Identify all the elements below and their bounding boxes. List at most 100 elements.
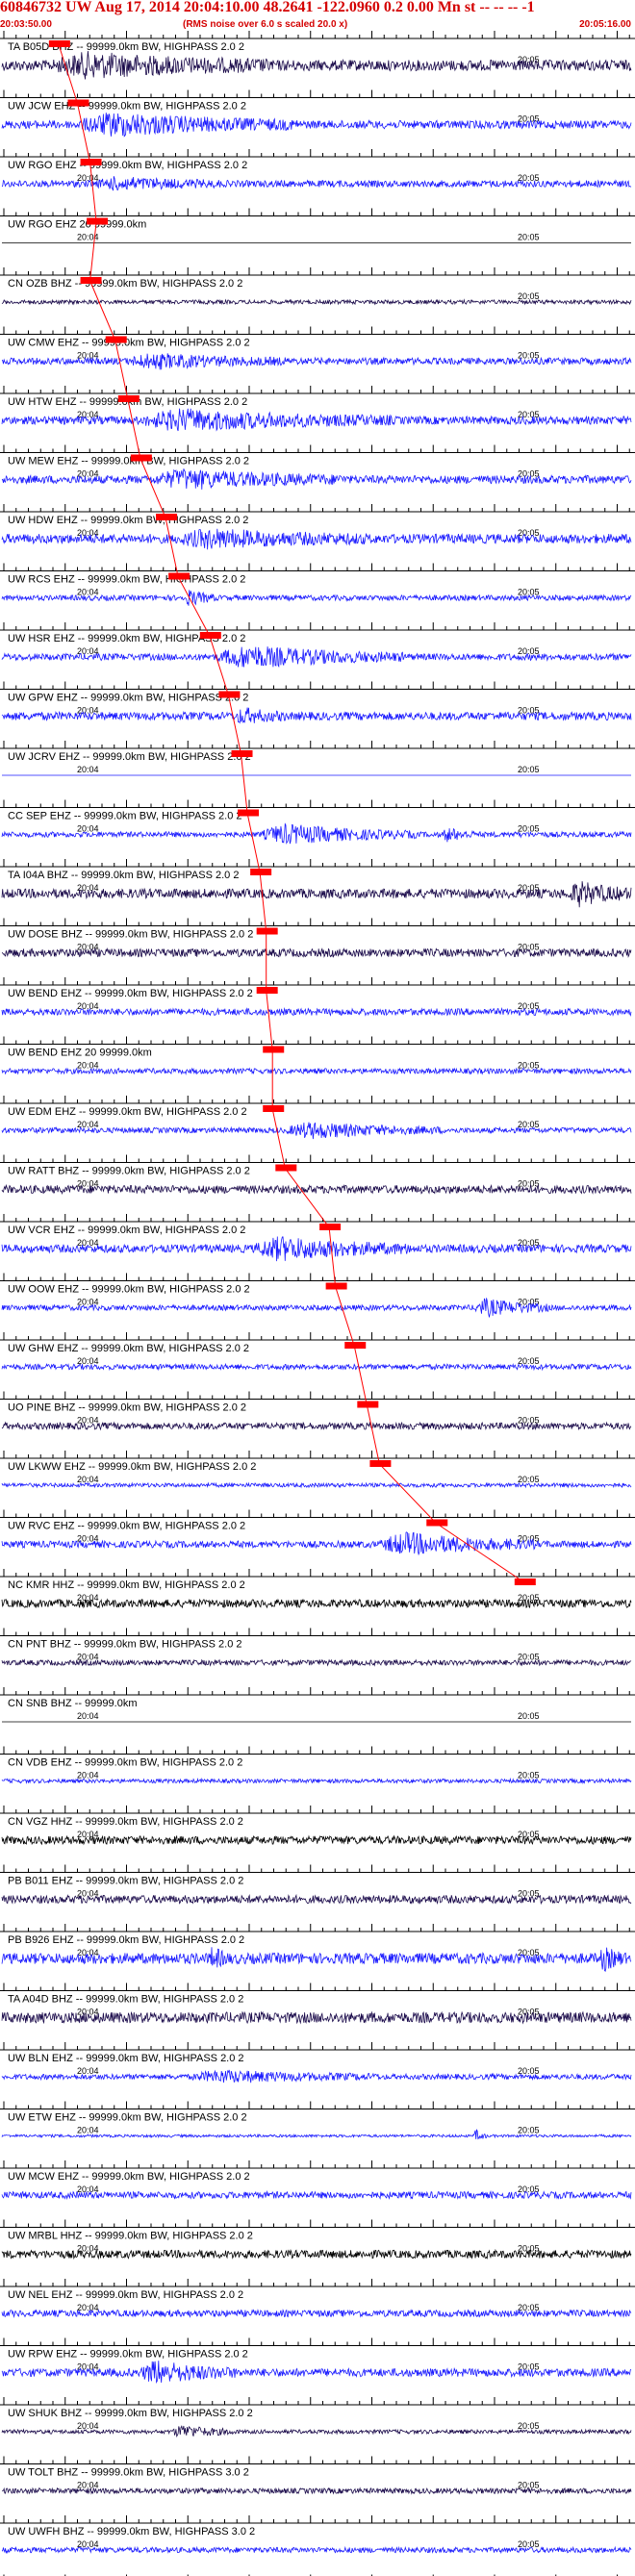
trace-label: UW RGO EHZ 20 99999.0km bbox=[8, 219, 146, 231]
pick-marker bbox=[156, 514, 178, 520]
pick-marker bbox=[263, 1105, 285, 1112]
trace-label: UW SHUK BHZ -- 99999.0km BW, HIGHPASS 2.… bbox=[8, 2408, 253, 2419]
trace-label: TA B05D BHZ -- 99999.0km BW, HIGHPASS 2.… bbox=[8, 41, 244, 53]
trace-time-left: 20:04 bbox=[77, 765, 99, 774]
pick-marker bbox=[105, 336, 127, 343]
trace-time-left: 20:04 bbox=[77, 883, 99, 893]
trace-label: UW RATT BHZ -- 99999.0km BW, HIGHPASS 2.… bbox=[8, 1166, 250, 1177]
trace-label: UW OOW EHZ -- 99999.0km BW, HIGHPASS 2.0… bbox=[8, 1284, 250, 1296]
trace-label: UW BLN EHZ -- 99999.0km BW, HIGHPASS 2.0… bbox=[8, 2053, 244, 2064]
trace-time-right: 20:05 bbox=[518, 588, 540, 597]
trace-label: UW RCS EHZ -- 99999.0km BW, HIGHPASS 2.0… bbox=[8, 574, 245, 586]
trace-label: UW MCW EHZ -- 99999.0km BW, HIGHPASS 2.0… bbox=[8, 2171, 250, 2183]
trace-time-right: 20:05 bbox=[518, 410, 540, 419]
trace-label: UW LKWW EHZ -- 99999.0km BW, HIGHPASS 2.… bbox=[8, 1461, 256, 1473]
trace-label: UW VCR EHZ -- 99999.0km BW, HIGHPASS 2.0… bbox=[8, 1225, 245, 1236]
trace-time-left: 20:04 bbox=[77, 824, 99, 834]
trace-time-left: 20:04 bbox=[77, 2303, 99, 2312]
trace-label: UW MEW EHZ -- 99999.0km BW, HIGHPASS 2.0… bbox=[8, 456, 249, 467]
trace-label: UW DOSE BHZ -- 99999.0km BW, HIGHPASS 2.… bbox=[8, 929, 253, 941]
trace-time-right: 20:05 bbox=[518, 291, 540, 301]
trace-label: TA I04A BHZ -- 99999.0km BW, HIGHPASS 2.… bbox=[8, 870, 239, 881]
waveform bbox=[1, 1777, 632, 1785]
trace-time-left: 20:04 bbox=[77, 1771, 99, 1780]
trace-time-right: 20:05 bbox=[518, 824, 540, 834]
trace-time-right: 20:05 bbox=[518, 1653, 540, 1662]
trace-time-right: 20:05 bbox=[518, 765, 540, 774]
trace-label: CN VGZ HHZ -- 99999.0km BW, HIGHPASS 2.0… bbox=[8, 1816, 243, 1828]
trace-label: UO PINE BHZ -- 99999.0km BW, HIGHPASS 2.… bbox=[8, 1402, 246, 1414]
pick-marker bbox=[87, 217, 109, 225]
pick-marker bbox=[369, 1460, 392, 1467]
pick-marker bbox=[344, 1342, 367, 1349]
trace-label: CN PNT BHZ -- 99999.0km BW, HIGHPASS 2.0… bbox=[8, 1639, 242, 1651]
pick-marker bbox=[319, 1224, 342, 1230]
trace-time-right: 20:05 bbox=[518, 2421, 540, 2431]
trace-label: UW ETW EHZ -- 99999.0km BW, HIGHPASS 2.0… bbox=[8, 2112, 247, 2124]
trace-panel: TA B05D BHZ -- 99999.0km BW, HIGHPASS 2.… bbox=[0, 31, 635, 2576]
trace-time-left: 20:04 bbox=[77, 2421, 99, 2431]
trace-time-right: 20:05 bbox=[518, 2008, 540, 2017]
pick-marker bbox=[218, 691, 241, 698]
trace-label: UW BEND EHZ -- 99999.0km BW, HIGHPASS 2.… bbox=[8, 988, 253, 999]
trace-time-right: 20:05 bbox=[518, 2126, 540, 2135]
pick-marker bbox=[514, 1578, 536, 1585]
trace-label: UW RPW EHZ -- 99999.0km BW, HIGHPASS 2.0… bbox=[8, 2349, 248, 2361]
seismogram-sheet: 60846732 UW Aug 17, 2014 20:04:10.00 48.… bbox=[0, 0, 635, 2576]
pick-marker bbox=[67, 99, 89, 107]
trace-label: UW MRBL HHZ -- 99999.0km BW, HIGHPASS 2.… bbox=[8, 2231, 253, 2242]
pick-marker bbox=[426, 1519, 448, 1527]
trace-label: UW GPW EHZ -- 99999.0km BW, HIGHPASS 2.0… bbox=[8, 693, 248, 704]
trace-time-right: 20:05 bbox=[518, 1711, 540, 1721]
pick-marker bbox=[263, 1046, 285, 1053]
trace-time-right: 20:05 bbox=[518, 646, 540, 656]
trace-label: UW GHW EHZ -- 99999.0km BW, HIGHPASS 2.0… bbox=[8, 1343, 249, 1354]
trace-label: UW TOLT BHZ -- 99999.0km BW, HIGHPASS 3.… bbox=[8, 2467, 249, 2479]
trace-label: UW RVC EHZ -- 99999.0km BW, HIGHPASS 2.0… bbox=[8, 1521, 245, 1532]
trace-label: UW JCRV EHZ -- 99999.0km BW, HIGHPASS 2.… bbox=[8, 751, 251, 763]
trace-label: UW HDW EHZ -- 99999.0km BW, HIGHPASS 2.0… bbox=[8, 515, 248, 526]
trace-time-right: 20:05 bbox=[518, 528, 540, 538]
trace-time-right: 20:05 bbox=[518, 1120, 540, 1129]
trace-time-right: 20:05 bbox=[518, 1771, 540, 1780]
trace-label: CN SNB BHZ -- 99999.0km bbox=[8, 1698, 137, 1709]
trace-label: UW RGO EHZ -- 99999.0km BW, HIGHPASS 2.0… bbox=[8, 160, 247, 171]
trace-time-left: 20:04 bbox=[77, 1830, 99, 1839]
pick-marker bbox=[238, 809, 260, 817]
trace-label: UW CMW EHZ -- 99999.0km BW, HIGHPASS 2.0… bbox=[8, 338, 250, 349]
pick-marker bbox=[256, 987, 278, 994]
trace-time-right: 20:05 bbox=[518, 2539, 540, 2549]
trace-time-left: 20:04 bbox=[77, 2066, 99, 2076]
trace-label: CC SEP EHZ -- 99999.0km BW, HIGHPASS 2.0… bbox=[8, 811, 242, 822]
trace-label: UW BEND EHZ 20 99999.0km bbox=[8, 1048, 152, 1059]
pick-marker bbox=[117, 395, 140, 402]
trace-label: UW EDM EHZ -- 99999.0km BW, HIGHPASS 2.0… bbox=[8, 1106, 247, 1118]
pick-marker bbox=[80, 159, 102, 165]
trace-label: PB B011 EHZ -- 99999.0km BW, HIGHPASS 2.… bbox=[8, 1876, 243, 1887]
pick-marker bbox=[250, 869, 272, 875]
trace-time-left: 20:04 bbox=[77, 1711, 99, 1721]
trace-label: NC KMR HHZ -- 99999.0km BW, HIGHPASS 2.0… bbox=[8, 1579, 245, 1591]
trace-label: CN OZB BHZ -- 99999.0km BW, HIGHPASS 2.0… bbox=[8, 278, 242, 290]
trace-label: UW NEL EHZ -- 99999.0km BW, HIGHPASS 2.0… bbox=[8, 2289, 243, 2301]
pick-marker bbox=[357, 1401, 379, 1408]
trace-label: UW UWFH BHZ -- 99999.0km BW, HIGHPASS 3.… bbox=[8, 2526, 255, 2538]
trace-time-left: 20:04 bbox=[77, 173, 99, 183]
trace-time-left: 20:04 bbox=[77, 410, 99, 419]
trace-time-right: 20:05 bbox=[518, 1889, 540, 1899]
trace-label: UW JCW EHZ -- 99999.0km BW, HIGHPASS 2.0… bbox=[8, 101, 246, 113]
trace-time-left: 20:04 bbox=[77, 1416, 99, 1426]
pick-marker bbox=[256, 927, 278, 935]
trace-time-right: 20:05 bbox=[518, 233, 540, 242]
trace-label: PB B926 EHZ -- 99999.0km BW, HIGHPASS 2.… bbox=[8, 1934, 244, 1946]
trace-time-left: 20:04 bbox=[77, 1475, 99, 1484]
trace-time-left: 20:04 bbox=[77, 1061, 99, 1071]
trace-time-right: 20:05 bbox=[518, 1179, 540, 1189]
pick-marker bbox=[231, 750, 253, 757]
trace-time-left: 20:04 bbox=[77, 588, 99, 597]
trace-time-right: 20:05 bbox=[518, 1001, 540, 1011]
trace-time-right: 20:05 bbox=[518, 2185, 540, 2194]
trace-time-right: 20:05 bbox=[518, 1475, 540, 1484]
trace-time-left: 20:04 bbox=[77, 2126, 99, 2135]
trace-label: CN VDB EHZ -- 99999.0km BW, HIGHPASS 2.0… bbox=[8, 1757, 242, 1769]
